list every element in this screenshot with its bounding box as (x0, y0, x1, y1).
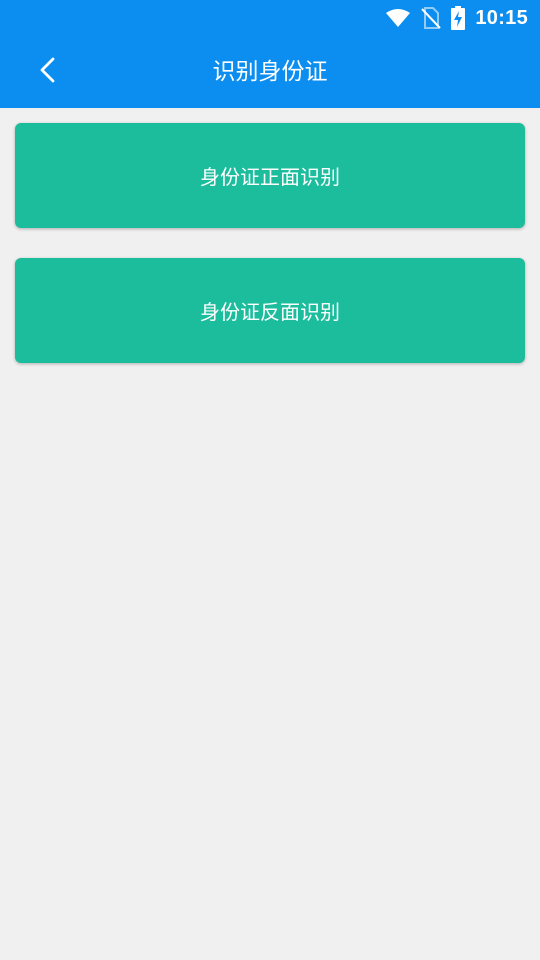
status-time: 10:15 (475, 6, 528, 29)
app-bar: 识别身份证 (0, 36, 540, 108)
id-back-recognition-label: 身份证反面识别 (200, 300, 340, 324)
status-icons: 10:15 (385, 0, 528, 36)
status-bar: 10:15 (0, 0, 540, 36)
id-front-recognition-label: 身份证正面识别 (200, 165, 340, 189)
id-front-recognition-button[interactable]: 身份证正面识别 (15, 123, 525, 228)
page-title: 识别身份证 (212, 59, 328, 85)
no-sim-icon (421, 7, 442, 29)
chevron-left-icon (38, 57, 58, 87)
battery-charging-icon (451, 6, 466, 30)
wifi-icon (385, 8, 411, 28)
id-back-recognition-button[interactable]: 身份证反面识别 (15, 258, 525, 363)
back-button[interactable] (24, 48, 72, 96)
